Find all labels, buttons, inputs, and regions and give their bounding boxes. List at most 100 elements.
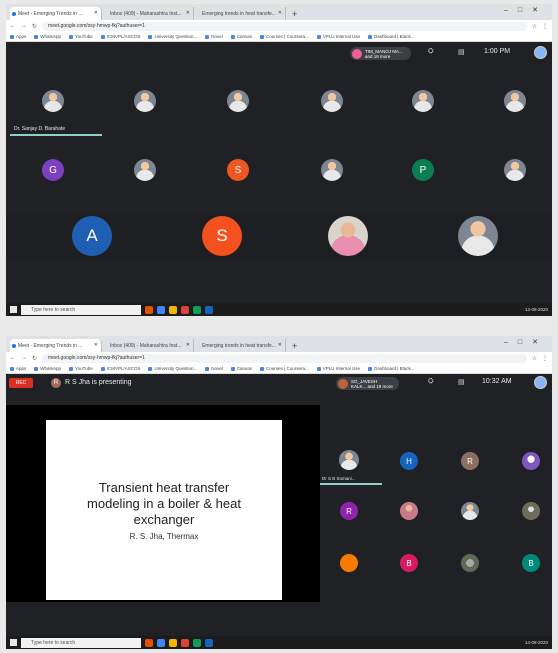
self-avatar[interactable] [534,46,547,59]
bookmark-item[interactable]: YouTube [69,34,93,39]
bookmark-item[interactable]: Courses | Coursera... [260,34,309,39]
system-tray[interactable]: 13-08-2020 [525,307,548,312]
bookmark-item[interactable]: University Question... [148,366,197,371]
tab-emerging-trends[interactable]: Emerging trends in heat transfe... ✕ [194,339,286,352]
windows-start-icon[interactable] [10,306,17,313]
menu-icon[interactable]: ⋮ [542,355,548,362]
reload-icon[interactable]: ↻ [32,23,37,30]
participant-tile[interactable] [461,554,479,572]
bookmark-item[interactable]: Courses | Coursera... [260,366,309,371]
window-controls[interactable]: –□✕ [504,6,548,14]
participant-tile[interactable] [42,90,64,112]
close-icon[interactable]: ✕ [94,342,98,348]
bookmark-item[interactable]: VPLU Internal Use [317,366,360,371]
chat-icon[interactable]: ▤ [458,48,465,56]
app-icon[interactable] [205,638,213,647]
participant-tile[interactable] [134,159,156,181]
participant-tile[interactable]: B [400,554,418,572]
back-icon[interactable]: ← [10,355,16,361]
star-icon[interactable]: ☆ [532,23,537,30]
task-view-icon[interactable] [145,638,153,647]
participant-tile[interactable] [340,554,358,572]
participant-tile[interactable] [321,159,343,181]
new-tab-button[interactable]: + [286,341,303,352]
taskbar-search[interactable]: Type here to search [21,637,141,648]
menu-icon[interactable]: ⋮ [542,23,548,30]
bookmark-item[interactable]: Dashboard | Black... [368,34,414,39]
url-field[interactable]: meet.google.com/ssy-hmwp-fkj?authuser=1 [42,21,527,31]
participant-tile[interactable] [412,90,434,112]
close-icon[interactable]: ✕ [278,10,282,16]
bookmark-item[interactable]: Canvas [231,366,252,371]
participant-tile[interactable]: B [522,554,540,572]
app-icon[interactable] [181,638,189,647]
star-icon[interactable]: ☆ [532,355,537,362]
chrome-icon[interactable] [157,638,165,647]
people-icon[interactable]: ⛭ [428,378,434,386]
participant-tile[interactable] [321,90,343,112]
taskbar-search[interactable]: Type here to search [21,304,141,315]
participant-tile[interactable]: R [461,452,479,470]
participant-tile[interactable]: H [400,452,418,470]
participant-tile[interactable] [339,450,359,470]
participant-tile[interactable] [522,502,540,520]
participant-tile[interactable]: R [340,502,358,520]
bookmark-item[interactable]: ICMVPL/ASCOS [101,34,141,39]
tab-inbox[interactable]: Inbox (409) - Maharashtra Inst... ✕ [102,7,194,20]
participant-tile[interactable] [522,452,540,470]
participant-tile[interactable]: A [72,216,112,256]
new-tab-button[interactable]: + [286,9,303,20]
explorer-icon[interactable] [169,305,177,314]
participant-tile[interactable] [458,216,498,256]
participant-tile[interactable] [328,216,368,256]
windows-start-icon[interactable] [10,639,17,646]
app-icon[interactable] [193,305,201,314]
bookmark-item[interactable]: WhatsApp [34,366,61,371]
task-view-icon[interactable] [145,305,153,314]
back-icon[interactable]: ← [10,23,16,29]
app-icon[interactable] [193,638,201,647]
bookmark-item[interactable]: Canvas [231,34,252,39]
bookmark-item[interactable]: Dashboard | Black... [368,366,414,371]
tab-emerging-trends[interactable]: Emerging trends in heat transfe... ✕ [194,7,286,20]
forward-icon[interactable]: → [21,355,27,361]
participant-tile[interactable] [400,502,418,520]
app-icon[interactable] [181,305,189,314]
participant-tile[interactable] [504,90,526,112]
participant-tile[interactable]: S [227,159,249,181]
system-tray[interactable]: 14-08-2020 [525,640,548,645]
bookmark-item[interactable]: University Question... [148,34,197,39]
bookmark-item[interactable]: Apps [10,34,26,39]
bookmark-item[interactable]: VPLU Internal Use [317,34,360,39]
close-icon[interactable]: ✕ [278,342,282,348]
tab-meet[interactable]: Meet - Emerging Trends in ... ✕ [10,7,102,20]
close-icon[interactable]: ✕ [94,10,98,16]
participant-tile[interactable] [134,90,156,112]
tab-inbox[interactable]: Inbox (409) - Maharashtra Inst... ✕ [102,339,194,352]
forward-icon[interactable]: → [21,23,27,29]
self-avatar[interactable] [534,376,547,389]
explorer-icon[interactable] [169,638,177,647]
bookmark-item[interactable]: WhatsApp [34,34,61,39]
close-icon[interactable]: ✕ [186,10,190,16]
app-icon[interactable] [205,305,213,314]
reload-icon[interactable]: ↻ [32,355,37,362]
bookmark-item[interactable]: Novel [205,366,223,371]
bookmark-item[interactable]: YouTube [69,366,93,371]
url-field[interactable]: meet.google.com/ssy-hmwp-fkj?authuser=1 [42,353,527,363]
participant-tile[interactable] [504,159,526,181]
participant-tile[interactable] [461,502,479,520]
participants-chip[interactable]: TIM_MANOJ MA... and 16 more [350,47,411,60]
window-controls[interactable]: –□✕ [504,338,548,346]
bookmark-item[interactable]: Apps [10,366,26,371]
close-icon[interactable]: ✕ [186,342,190,348]
bookmark-item[interactable]: ICMVPL/ASCOS [101,366,141,371]
participant-tile[interactable] [227,90,249,112]
tab-meet[interactable]: Meet - Emerging Trends in ... ✕ [10,339,102,352]
people-icon[interactable]: ⛭ [428,48,434,56]
participant-tile[interactable]: G [42,159,64,181]
participant-tile[interactable]: S [202,216,242,256]
chrome-icon[interactable] [157,305,165,314]
participants-chip[interactable]: SG_JAVESH KALK... and 19 more [336,377,399,390]
participant-tile[interactable]: P [412,159,434,181]
